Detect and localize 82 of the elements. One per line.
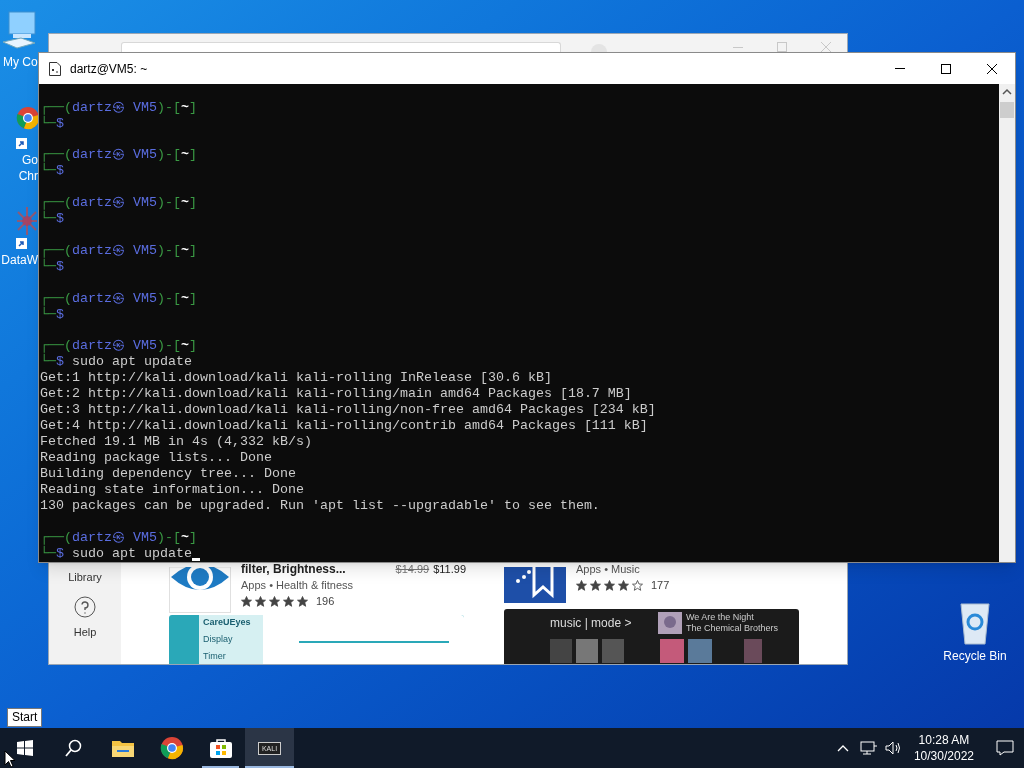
shopping-bag-icon [208,737,233,759]
terminal-line: └─$ [40,115,64,132]
filled-star-icon [241,595,252,607]
app-title[interactable]: filter, Brightness... [241,561,346,577]
chevron-up-icon[interactable] [835,743,850,753]
running-indicator [245,766,294,768]
filled-star-icon [604,579,615,591]
folder-icon [110,738,135,758]
desktop-icon-label[interactable]: My Co [0,54,38,70]
notification-icon[interactable] [996,740,1014,756]
rating-count: 177 [651,578,670,593]
empty-star-icon [632,579,643,591]
app-category: Apps • Music [576,562,641,577]
terminal-line: ┌──(dartz㉿ VM5)-[~] [40,147,198,164]
terminal-line: └─$ sudo apt update [40,546,999,563]
filled-star-icon [576,579,587,591]
terminal-line: Get:2 http://kali.download/kali kali-rolling/main amd64 Packages [18.7 MB] [40,386,633,403]
terminal-line: Fetched 19.1 MB in 4s (4,332 kB/s) [40,434,313,451]
terminal-line: ┌──(dartz㉿ VM5)-[~] [40,99,198,116]
terminal-line: ┌──(dartz㉿ VM5)-[~] [40,290,198,307]
preview-label: Timer [203,651,227,662]
running-indicator [202,766,239,768]
network-icon[interactable] [859,740,878,756]
shortcut-arrow-icon [16,138,27,149]
preview-label: The Chemical Brothers [686,623,779,635]
scrollbar-thumb[interactable] [1000,102,1014,118]
filled-star-icon [283,595,294,607]
windows-logo-icon [16,740,33,756]
desktop-icon-label[interactable]: Recycle Bin [935,648,1015,664]
cover-art-thumbnail [658,612,682,635]
terminal-app-icon [49,61,61,76]
eye-icon[interactable] [169,567,231,613]
old-price: $14.99 [395,562,430,577]
tooltip: Start [7,708,43,727]
volume-icon[interactable] [883,740,902,756]
filled-star-icon [269,595,280,607]
close-icon [987,63,997,74]
filled-star-icon [255,595,266,607]
network-graph-icon [16,206,38,236]
preview-title: music | mode > [550,616,632,631]
price: $11.99 [433,562,466,577]
terminal-line: ┌──(dartz㉿ VM5)-[~] [40,338,198,355]
terminal-line: Get:1 http://kali.download/kali kali-rolling InRelease [30.6 kB] [40,370,553,387]
preview-label: CareUEyes [203,617,252,628]
scroll-up-icon[interactable] [1002,88,1012,96]
terminal-line: └─$ [40,211,64,228]
terminal-line: Get:4 http://kali.download/kali kali-rolling/contrib amd64 Packages [111 kB] [40,418,649,435]
recycle-bin-icon [959,600,991,646]
terminal-line: ┌──(dartz㉿ VM5)-[~] [40,242,198,259]
terminal-line: Building dependency tree... Done [40,466,297,483]
terminal-line: Get:3 http://kali.download/kali kali-rolling/non-free amd64 Packages [234 kB] [40,402,657,419]
desktop-icon-label[interactable]: DataW [0,252,38,268]
terminal-line: └─$ [40,163,64,180]
window-title: dartz@VM5: ~ [70,60,148,78]
library-button[interactable]: Library [68,570,102,584]
desktop-icon-label[interactable]: Go Chr [0,152,38,184]
search-icon [64,739,83,757]
search-field[interactable] [121,42,561,52]
preview-label: We Are the Night [686,612,755,624]
filled-star-icon [297,595,308,607]
filled-star-icon [590,579,601,591]
scrollbar[interactable] [999,84,1015,562]
app-category: Apps • Health & fitness [241,578,355,593]
preview-label: Display [203,634,234,645]
terminal-line: └─$ sudo apt update [40,354,193,371]
terminal-line: 130 packages can be upgraded. Run 'apt list --upgradable' to see them. [40,498,601,515]
chrome-icon [159,736,184,760]
terminal-line: Reading state information... Done [40,482,305,499]
help-button[interactable]: Help [73,596,97,639]
clock[interactable]: 10:28 AM 10/30/2022 [907,732,980,764]
terminal-line: ┌──(dartz㉿ VM5)-[~] [40,195,198,212]
shortcut-arrow-icon [16,238,27,249]
terminal-line: └─$ [40,258,64,275]
help-icon [74,596,96,618]
music-bookmark-icon[interactable] [504,567,566,603]
minimize-icon [895,68,905,69]
maximize-icon [941,63,951,74]
mouse-pointer-icon [4,750,16,768]
terminal-line: Reading package lists... Done [40,450,273,467]
filled-star-icon [618,579,629,591]
terminal-line: └─$ [40,306,64,323]
rating-count: 196 [316,594,335,609]
